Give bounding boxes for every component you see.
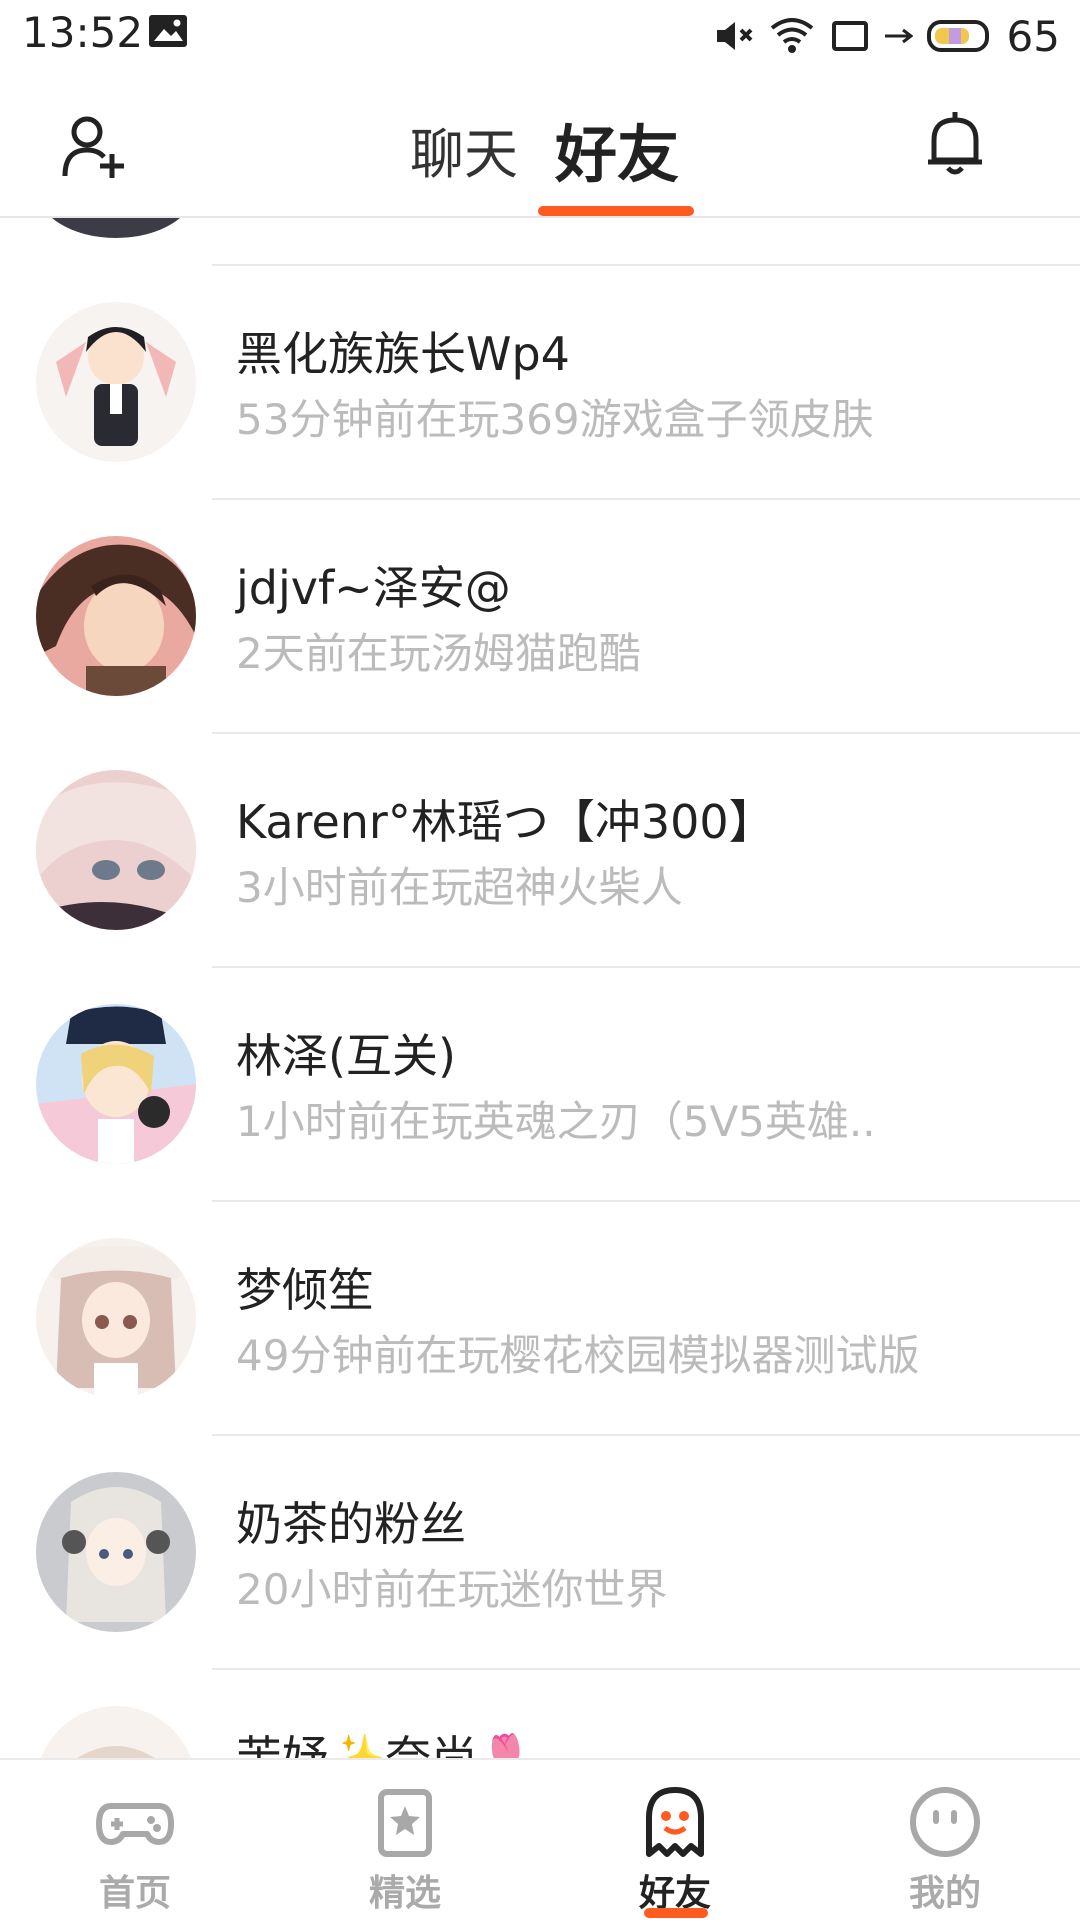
tab-chat[interactable]: 聊天 (410, 110, 518, 189)
friend-status: 2天前在玩汤姆猫跑酷 (236, 629, 641, 678)
friend-status: 1小时前在玩英魂之刃（5V5英雄.. (236, 1097, 876, 1146)
friend-row[interactable]: 梦倾笙 49分钟前在玩樱花校园模拟器测试版 (0, 1200, 1080, 1434)
avatar (36, 1004, 196, 1164)
divider (212, 966, 1080, 968)
divider (212, 498, 1080, 500)
nav-active-indicator (644, 1908, 708, 1918)
divider (212, 732, 1080, 734)
avatar (36, 1706, 196, 1758)
top-header: 聊天 好友 (0, 70, 1080, 218)
status-time: 13:52 (22, 8, 144, 57)
friend-name: 梦倾笙 (236, 1263, 374, 1317)
gamepad-icon (96, 1803, 174, 1845)
divider (212, 264, 1080, 266)
avatar (36, 770, 196, 930)
face-icon (910, 1787, 980, 1857)
divider (212, 1668, 1080, 1670)
divider (212, 1434, 1080, 1436)
nav-home[interactable]: 首页 (0, 1760, 270, 1922)
avatar (36, 218, 196, 238)
friend-status: 53分钟前在玩369游戏盒子领皮肤 (236, 395, 874, 444)
nav-label: 我的 (908, 1873, 981, 1914)
status-right: 65 (715, 8, 1060, 64)
status-bar: 13:52 65 (0, 0, 1080, 70)
nav-me[interactable]: 我的 (810, 1760, 1080, 1922)
gallery-icon (149, 15, 187, 47)
usb-icon (884, 28, 913, 44)
star-bookmark-icon (378, 1789, 432, 1857)
nav-label: 精选 (368, 1873, 441, 1914)
bell-icon[interactable] (922, 108, 988, 178)
friend-row[interactable]: 林泽(互关) 1小时前在玩英魂之刃（5V5英雄.. (0, 966, 1080, 1200)
friend-row[interactable]: 苦妤✨奈尚🌷 (0, 1668, 1080, 1758)
friend-row[interactable]: 黑化族族长Wp4 53分钟前在玩369游戏盒子领皮肤 (0, 264, 1080, 498)
tab-friends[interactable]: 好友 (555, 104, 679, 194)
friend-name: 黑化族族长Wp4 (236, 327, 570, 381)
avatar (36, 1472, 196, 1632)
friend-status: 49分钟前在玩樱花校园模拟器测试版 (236, 1331, 920, 1380)
avatar (36, 536, 196, 696)
friend-list[interactable]: 黑化族族长Wp4 53分钟前在玩369游戏盒子领皮肤 jdjvf~泽安@ 2天前… (0, 218, 1080, 1758)
avatar (36, 1238, 196, 1398)
bottom-nav: 首页 精选 好友 我的 (0, 1758, 1080, 1922)
nav-featured[interactable]: 精选 (270, 1760, 540, 1922)
battery-level: 65 (1006, 11, 1060, 61)
screen-icon (831, 21, 868, 51)
friend-status: 3小时前在玩超神火柴人 (236, 863, 683, 912)
wifi-icon (770, 18, 813, 53)
add-friend-icon[interactable] (62, 114, 128, 180)
friend-name: 奶茶的粉丝 (236, 1497, 466, 1551)
nav-label: 首页 (98, 1873, 171, 1914)
friend-name: Karenr°林瑶つ【冲300】 (236, 795, 775, 849)
friend-status: 20小时前在玩迷你世界 (236, 1565, 668, 1614)
divider (212, 1200, 1080, 1202)
mute-icon (716, 22, 752, 50)
battery-icon (926, 20, 989, 52)
avatar (36, 302, 196, 462)
friend-name: jdjvf~泽安@ (236, 561, 511, 615)
tab-active-indicator (538, 206, 694, 216)
nav-friends[interactable]: 好友 (540, 1760, 810, 1922)
ghost-icon (646, 1787, 704, 1857)
friend-row[interactable]: jdjvf~泽安@ 2天前在玩汤姆猫跑酷 (0, 498, 1080, 732)
friend-name: 林泽(互关) (236, 1029, 456, 1083)
friend-row[interactable]: 奶茶的粉丝 20小时前在玩迷你世界 (0, 1434, 1080, 1668)
friend-name: 苦妤✨奈尚🌷 (236, 1731, 535, 1758)
friend-row[interactable]: Karenr°林瑶つ【冲300】 3小时前在玩超神火柴人 (0, 732, 1080, 966)
